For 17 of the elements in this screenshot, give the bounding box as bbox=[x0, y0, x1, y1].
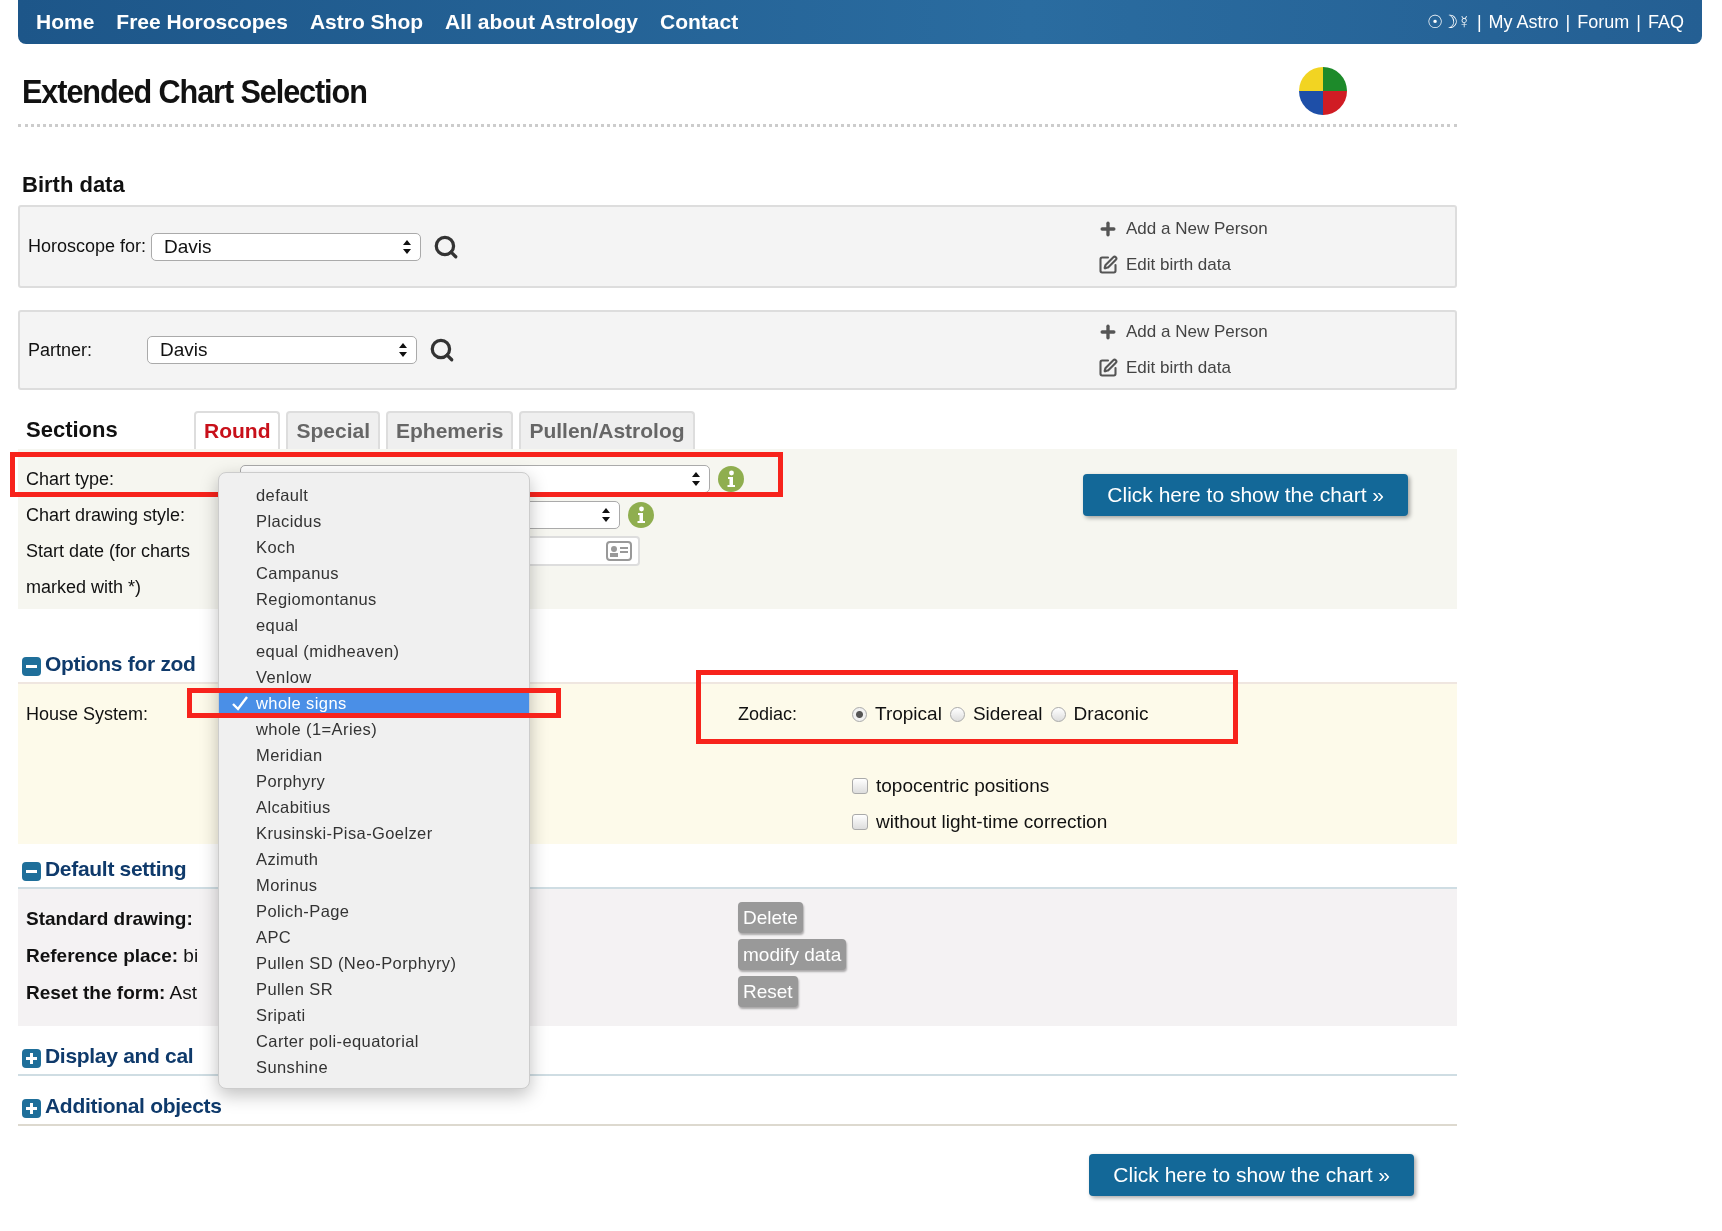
field-label: Partner: bbox=[28, 339, 94, 361]
planet-symbols: ☉☽☿ bbox=[1427, 11, 1470, 33]
page-title: Extended Chart Selection bbox=[22, 71, 367, 111]
field-label: Zodiac: bbox=[738, 703, 799, 725]
field-label: Chart drawing style: bbox=[26, 504, 187, 526]
field-label: Start date (for charts marked with *) bbox=[26, 540, 192, 599]
section-heading: Birth data bbox=[22, 171, 126, 199]
field-label: Horoscope for: bbox=[28, 236, 148, 257]
setting-text: Reset the form: Ast bbox=[26, 982, 198, 1004]
separator: | bbox=[1636, 11, 1641, 33]
separator: | bbox=[1565, 11, 1571, 33]
setting-text: Reference place: bi bbox=[26, 945, 199, 967]
separator: | bbox=[1476, 11, 1482, 33]
setting-text: Standard drawing: bbox=[26, 908, 193, 930]
field-label: Chart type: bbox=[26, 468, 116, 490]
field-label: House System: bbox=[26, 703, 150, 725]
sections-label: Sections bbox=[26, 417, 119, 444]
